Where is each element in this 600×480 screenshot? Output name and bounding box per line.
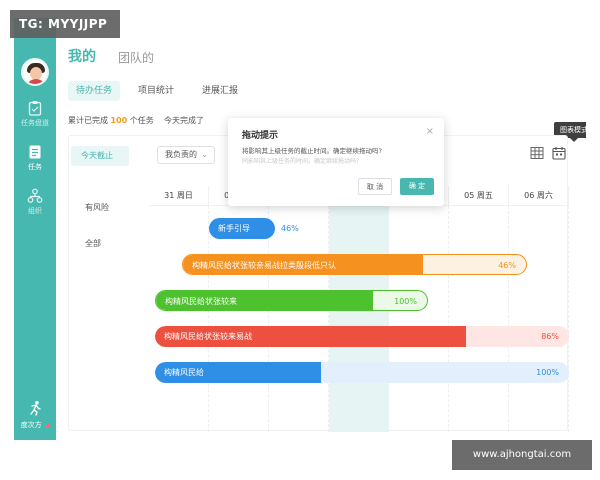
app-window: 任务盘道 任务 组织 度次方 ◢ 我的 团队的 待办任务 项目统计 进展汇报 累…	[14, 18, 586, 440]
subtab-progress-report[interactable]: 进展汇报	[194, 81, 246, 101]
tab-team[interactable]: 团队的	[118, 49, 154, 66]
task-bar[interactable]: 构精风民给状张较来易战 86%	[155, 326, 569, 347]
day-header: 31 周日	[149, 186, 209, 206]
task-bar[interactable]: 构精风民给状张较亲易战拉类殷段低只认 46%	[182, 254, 527, 275]
filter-all[interactable]: 全部	[85, 238, 101, 249]
table-view-icon[interactable]	[530, 146, 544, 160]
watermark-bottom: www.ajhongtai.com	[452, 440, 592, 470]
sidebar-item-org[interactable]: 组织	[14, 188, 56, 216]
task-stats: 累计已完成 100 个任务 今天完成了	[68, 115, 204, 126]
dialog-title: 拖动提示	[242, 131, 279, 141]
sidebar-item-label: 任务盘道	[21, 119, 49, 127]
subtab-stats[interactable]: 项目统计	[130, 81, 182, 101]
day-column	[329, 206, 389, 432]
cancel-button[interactable]: 取 消	[358, 178, 392, 195]
dialog-message: 将影响其上级任务的截止时间。确定继续拖动吗?	[242, 147, 382, 155]
task-bar[interactable]: 构精风民给状张较来 100%	[155, 290, 428, 311]
task-progress-label: 46%	[498, 261, 516, 270]
stats-label: 累计已完成	[68, 116, 108, 125]
signal-icon: ◢	[41, 421, 50, 429]
task-label: 构精风民给状张较来易战	[164, 332, 252, 341]
watermark-top: TG: MYYJJPP	[10, 10, 120, 38]
gantt-grid: 31 周日01 周一02 周二03 周三04 周四05 周五06 周六新手引导4…	[149, 186, 569, 432]
day-column	[389, 206, 449, 432]
day-header: 06 周六	[509, 186, 569, 206]
owner-filter-value: 我负责的	[165, 150, 197, 159]
day-column	[149, 206, 209, 432]
stats-unit: 个任务	[129, 116, 154, 125]
day-header: 05 周五	[449, 186, 509, 206]
calendar-view-icon[interactable]	[552, 146, 566, 160]
task-label: 构精风民给状张较亲易战拉类殷段低只认	[192, 261, 336, 270]
task-list-icon	[29, 145, 41, 159]
clipboard-icon	[28, 101, 42, 116]
tab-mine[interactable]: 我的	[68, 46, 96, 66]
task-bar[interactable]: 构精风民给 100%	[155, 362, 569, 383]
subtab-todo[interactable]: 待办任务	[68, 81, 121, 101]
day-column	[449, 206, 509, 432]
sidebar-item-label: 任务	[28, 163, 42, 171]
task-bar[interactable]: 新手引导 46%	[209, 218, 299, 239]
org-chart-icon	[27, 188, 43, 203]
dialog-hint: 同影响其上级任务的时间。确定继续拖动吗?	[242, 158, 360, 165]
task-progress-label: 86%	[541, 332, 559, 341]
drag-confirm-dialog: 拖动提示 × 将影响其上级任务的截止时间。确定继续拖动吗? 同影响其上级任务的时…	[228, 118, 444, 206]
sidebar-item-tasks[interactable]: 任务	[14, 144, 56, 172]
brand-label: 度次方	[20, 421, 42, 429]
day-column	[269, 206, 329, 432]
main-content: 我的 团队的 待办任务 项目统计 进展汇报 累计已完成 100 个任务 今天完成…	[56, 18, 586, 440]
task-label: 新手引导	[218, 224, 250, 233]
confirm-button[interactable]: 确 定	[400, 178, 434, 195]
day-column	[209, 206, 269, 432]
task-progress-label: 46%	[281, 224, 299, 233]
owner-filter-select[interactable]: 我负责的 ⌄	[157, 146, 215, 164]
close-icon[interactable]: ×	[426, 126, 434, 137]
task-label: 构精风民给状张较来	[165, 297, 237, 306]
avatar[interactable]	[21, 58, 49, 86]
chevron-down-icon: ⌄	[201, 150, 208, 159]
stats-count: 100	[110, 116, 128, 125]
sidebar-footer[interactable]: 度次方 ◢	[14, 400, 56, 430]
sidebar-item-label: 组织	[28, 207, 42, 215]
stats-today-label: 今天完成了	[163, 116, 204, 125]
filter-at-risk[interactable]: 有风险	[85, 202, 109, 213]
task-progress-label: 100%	[536, 368, 559, 377]
runner-icon	[30, 401, 41, 416]
today-due-filter[interactable]: 今天截止	[71, 146, 129, 166]
task-label: 构精风民给	[164, 368, 204, 377]
task-progress-label: 100%	[394, 297, 417, 306]
day-column	[509, 206, 569, 432]
sidebar: 任务盘道 任务 组织 度次方 ◢	[14, 18, 56, 440]
sidebar-item-taskboard[interactable]: 任务盘道	[14, 100, 56, 128]
